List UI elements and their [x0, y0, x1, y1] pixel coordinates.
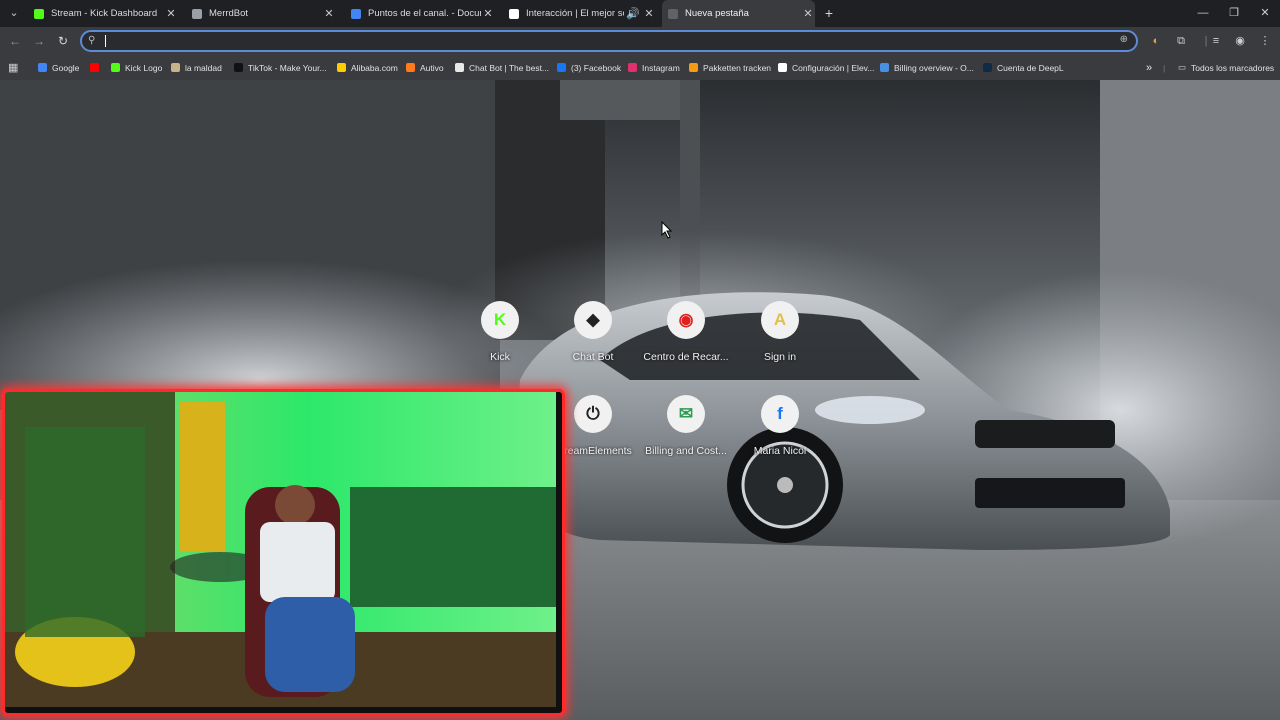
minimize-icon[interactable]: — — [1188, 3, 1218, 23]
bookmark-billing[interactable]: Billing overview - O... — [880, 55, 974, 80]
bookmark-configuracion[interactable]: Configuración | Elev... — [778, 55, 874, 80]
bookmark-pakketten[interactable]: Pakketten tracken — [689, 55, 771, 80]
close-icon[interactable]: ✕ — [642, 7, 656, 20]
image-icon — [171, 63, 180, 72]
tab-merrdbot[interactable]: MerrdBot ✕ — [186, 0, 336, 27]
tiktok-icon — [234, 63, 243, 72]
new-tab-favicon-icon — [668, 8, 678, 19]
tab-nueva-pestana[interactable]: Nueva pestaña ✕ — [662, 0, 815, 27]
extensions-puzzle-icon[interactable]: ⧉ — [1173, 33, 1189, 49]
bookmark-youtube[interactable] — [90, 55, 104, 80]
address-input[interactable] — [104, 33, 1098, 51]
kick-favicon-icon — [34, 8, 44, 19]
docs-favicon-icon — [351, 8, 361, 19]
youtube-icon — [90, 63, 99, 72]
kick-icon: K — [481, 301, 519, 339]
audio-icon[interactable]: 🔊 — [624, 7, 642, 20]
interaccion-favicon-icon — [509, 8, 519, 19]
package-icon — [689, 63, 698, 72]
close-icon[interactable]: ✕ — [164, 7, 178, 20]
shortcut-chat-bot[interactable]: ◆ Chat Bot — [548, 301, 638, 363]
close-icon[interactable]: ✕ — [322, 7, 336, 20]
tab-title: MerrdBot — [209, 8, 249, 19]
bookmarks-overflow-button[interactable]: » — [1146, 55, 1152, 80]
tab-puntos[interactable]: Puntos de el canal. - Document ✕ — [345, 0, 495, 27]
bookmark-instagram[interactable]: Instagram — [628, 55, 680, 80]
shortcut-kick[interactable]: K Kick — [455, 301, 545, 363]
streamelements-icon: ⏻ — [574, 395, 612, 433]
shortcut-billing[interactable]: ✉ Billing and Cost... — [641, 395, 731, 457]
webcam-overlay — [2, 389, 565, 716]
media-controls-icon[interactable]: ≡ — [1208, 33, 1224, 49]
more-menu-icon[interactable]: ⋮ — [1257, 33, 1273, 49]
tab-kick-dashboard[interactable]: Stream - Kick Dashboard ✕ — [28, 0, 178, 27]
profile-avatar-icon[interactable]: ◉ — [1232, 33, 1248, 49]
chatbot-icon: ◆ — [574, 301, 612, 339]
close-icon[interactable]: ✕ — [481, 7, 495, 20]
tab-interaccion[interactable]: Interacción | El mejor softw 🔊 ✕ — [503, 0, 656, 27]
recharge-center-icon: ◉ — [667, 301, 705, 339]
window-close-icon[interactable]: ✕ — [1250, 3, 1280, 23]
bookmark-chat-bot[interactable]: Chat Bot | The best... — [455, 55, 549, 80]
tab-title: Nueva pestaña — [685, 8, 749, 19]
openai-icon — [880, 63, 889, 72]
google-icon — [38, 63, 47, 72]
autivo-icon — [406, 63, 415, 72]
bookmark-deepl[interactable]: Cuenta de DeepL — [983, 55, 1064, 80]
webcam-feed — [5, 392, 556, 707]
bookmark-alibaba[interactable]: Alibaba.com — [337, 55, 398, 80]
shortcut-centro-de-recarga[interactable]: ◉ Centro de Recar... — [641, 301, 731, 363]
search-icon: ⚲ — [88, 35, 96, 46]
instagram-icon — [628, 63, 637, 72]
kick-icon — [111, 63, 120, 72]
bookmark-google[interactable]: Google — [38, 55, 79, 80]
bookmark-autivo[interactable]: Autivo — [406, 55, 444, 80]
facebook-icon: f — [761, 395, 799, 433]
forward-arrow-icon[interactable]: → — [30, 32, 48, 50]
restore-icon[interactable]: ❐ — [1219, 3, 1249, 23]
all-bookmarks-button[interactable]: ▭ Todos los marcadores — [1178, 55, 1274, 80]
sign-in-icon: A — [761, 301, 799, 339]
bookmark-facebook[interactable]: (3) Facebook — [557, 55, 621, 80]
globe-favicon-icon — [192, 8, 202, 19]
elevenlabs-icon — [778, 63, 787, 72]
billing-icon: ✉ — [667, 395, 705, 433]
tab-title: Stream - Kick Dashboard — [51, 8, 158, 19]
tab-title: Puntos de el canal. - Document — [368, 8, 481, 19]
address-bar[interactable]: ⚲ ⊕ — [80, 30, 1138, 52]
bookmark-kick-logo[interactable]: Kick Logo — [111, 55, 162, 80]
back-arrow-icon[interactable]: ← — [6, 32, 24, 50]
deepl-icon — [983, 63, 992, 72]
bookmark-tiktok[interactable]: TikTok - Make Your... — [234, 55, 327, 80]
plus-icon[interactable]: + — [820, 4, 838, 22]
folder-icon: ▭ — [1178, 62, 1187, 72]
text-caret — [105, 35, 106, 47]
chevron-down-icon[interactable]: ⌄ — [4, 4, 24, 22]
reload-icon[interactable]: ↻ — [54, 32, 72, 50]
bookmark-la-maldad[interactable]: la maldad — [171, 55, 222, 80]
apps-grid-icon[interactable]: ▦ — [8, 55, 18, 80]
zoom-icon[interactable]: ⊕ — [1120, 34, 1128, 45]
shortcut-sign-in[interactable]: A Sign in — [735, 301, 825, 363]
divider: | — [1163, 62, 1166, 73]
chatbot-icon — [455, 63, 464, 72]
tab-title: Interacción | El mejor softw — [526, 8, 624, 19]
mouse-cursor-icon — [661, 221, 673, 239]
alibaba-icon — [337, 63, 346, 72]
facebook-icon — [557, 63, 566, 72]
shortcut-maria-nicol[interactable]: f Maria Nicol — [735, 395, 825, 457]
close-icon[interactable]: ✕ — [801, 7, 815, 20]
extension-honey-icon[interactable]: ◐ — [1148, 33, 1164, 49]
